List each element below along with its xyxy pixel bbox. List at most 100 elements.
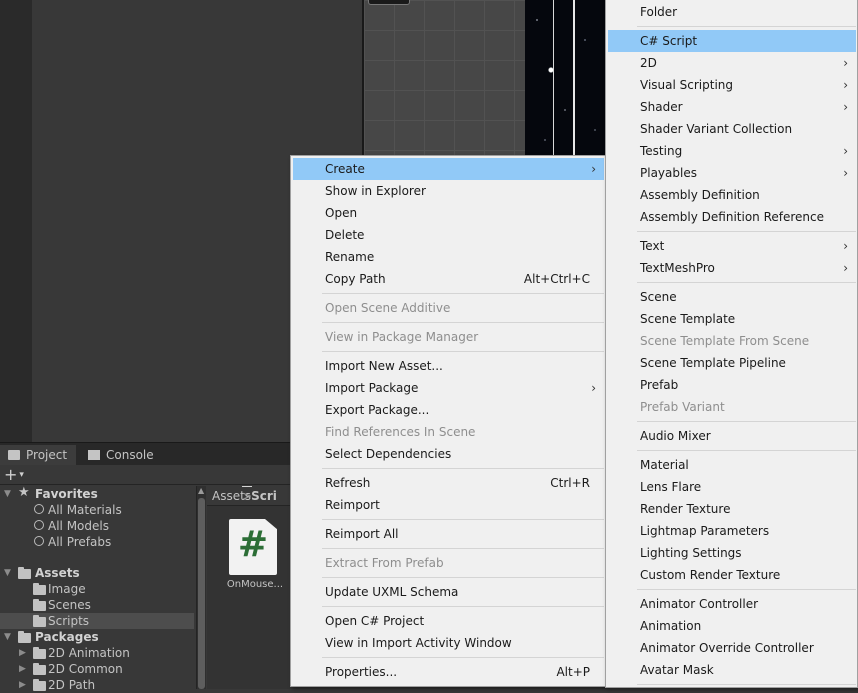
menu-item-shader-variant-collection[interactable]: Shader Variant Collection bbox=[608, 118, 856, 140]
tree-item-2d-common[interactable]: ▶ 2D Common bbox=[0, 661, 194, 677]
menu-item-2d[interactable]: 2D › bbox=[608, 52, 856, 74]
asset-name: OnMouse... bbox=[226, 579, 284, 590]
menu-item-import-new-asset[interactable]: Import New Asset... bbox=[293, 355, 604, 377]
tab-project[interactable]: Project bbox=[0, 445, 76, 465]
menu-item-label: Material bbox=[640, 458, 689, 472]
menu-separator bbox=[322, 351, 604, 352]
tree-item-2d-animation[interactable]: ▶ 2D Animation bbox=[0, 645, 194, 661]
menu-item-folder[interactable]: Folder bbox=[608, 1, 856, 23]
tree-item-all-models[interactable]: All Models bbox=[0, 518, 194, 534]
menu-item-show-in-explorer[interactable]: Show in Explorer bbox=[293, 180, 604, 202]
tree-item-label: Assets bbox=[35, 566, 80, 580]
menu-item-assembly-definition-reference[interactable]: Assembly Definition Reference bbox=[608, 206, 856, 228]
tree-item-favorites[interactable]: ▼ ★ Favorites bbox=[0, 485, 194, 502]
scroll-up-icon[interactable]: ▲ bbox=[198, 486, 204, 495]
menu-item-lightmap-parameters[interactable]: Lightmap Parameters bbox=[608, 520, 856, 542]
submenu-arrow-icon: › bbox=[591, 381, 596, 395]
folder-open-icon bbox=[18, 567, 31, 579]
menu-item-label: Select Dependencies bbox=[325, 447, 452, 461]
breadcrumb-current[interactable]: Scri bbox=[251, 489, 277, 503]
menu-item-custom-render-texture[interactable]: Custom Render Texture bbox=[608, 564, 856, 586]
menu-shortcut: Alt+Ctrl+C bbox=[523, 272, 590, 286]
expand-arrow-icon[interactable]: ▼ bbox=[4, 629, 14, 645]
menu-item-refresh[interactable]: Refresh Ctrl+R bbox=[293, 472, 604, 494]
menu-item-update-uxml-schema[interactable]: Update UXML Schema bbox=[293, 581, 604, 603]
menu-item-properties[interactable]: Properties... Alt+P bbox=[293, 661, 604, 683]
menu-item-label: View in Package Manager bbox=[325, 330, 479, 344]
expand-arrow-icon[interactable]: ▼ bbox=[4, 565, 14, 581]
menu-item-select-dependencies[interactable]: Select Dependencies bbox=[293, 443, 604, 465]
menu-separator bbox=[322, 468, 604, 469]
menu-separator bbox=[637, 231, 856, 232]
menu-item-open[interactable]: Open bbox=[293, 202, 604, 224]
expand-arrow-icon[interactable]: ▶ bbox=[19, 661, 29, 677]
menu-item-label: Scene Template Pipeline bbox=[640, 356, 786, 370]
menu-item-material[interactable]: Material bbox=[608, 454, 856, 476]
menu-item-create[interactable]: Create › bbox=[293, 158, 604, 180]
menu-item-label: Open Scene Additive bbox=[325, 301, 451, 315]
tree-scrollbar[interactable]: ▲ bbox=[196, 486, 206, 689]
menu-item-reimport[interactable]: Reimport bbox=[293, 494, 604, 516]
folder-icon bbox=[8, 450, 20, 460]
scrollbar-thumb[interactable] bbox=[198, 498, 205, 689]
folder-icon bbox=[33, 599, 46, 611]
menu-item-lens-flare[interactable]: Lens Flare bbox=[608, 476, 856, 498]
tree-item-scenes[interactable]: Scenes bbox=[0, 597, 194, 613]
menu-item-label: Folder bbox=[640, 5, 678, 19]
folder-icon bbox=[33, 615, 46, 627]
tree-item-packages[interactable]: ▼ Packages bbox=[0, 629, 194, 645]
submenu-arrow-icon: › bbox=[843, 78, 848, 92]
menu-item-export-package[interactable]: Export Package... bbox=[293, 399, 604, 421]
menu-item-label: Custom Render Texture bbox=[640, 568, 781, 582]
menu-item-label: Rename bbox=[325, 250, 375, 264]
menu-item-label: View in Import Activity Window bbox=[325, 636, 512, 650]
menu-item-scene-template-pipeline[interactable]: Scene Template Pipeline bbox=[608, 352, 856, 374]
menu-item-lighting-settings[interactable]: Lighting Settings bbox=[608, 542, 856, 564]
menu-item-view-import-activity[interactable]: View in Import Activity Window bbox=[293, 632, 604, 654]
tree-item-assets[interactable]: ▼ Assets bbox=[0, 565, 194, 581]
add-asset-button[interactable]: + ▾ bbox=[4, 465, 34, 485]
menu-item-render-texture[interactable]: Render Texture bbox=[608, 498, 856, 520]
menu-item-rename[interactable]: Rename bbox=[293, 246, 604, 268]
menu-item-playables[interactable]: Playables › bbox=[608, 162, 856, 184]
menu-item-text[interactable]: Text › bbox=[608, 235, 856, 257]
folder-icon bbox=[33, 663, 46, 675]
tree-item-scripts[interactable]: Scripts bbox=[0, 613, 194, 629]
expand-arrow-icon[interactable]: ▼ bbox=[4, 486, 14, 502]
search-icon bbox=[34, 536, 44, 546]
expand-arrow-icon[interactable]: ▶ bbox=[19, 645, 29, 661]
expand-arrow-icon[interactable]: ▶ bbox=[19, 677, 29, 693]
menu-item-csharp-script[interactable]: C# Script bbox=[608, 30, 856, 52]
menu-item-testing[interactable]: Testing › bbox=[608, 140, 856, 162]
menu-item-label: Find References In Scene bbox=[325, 425, 476, 439]
menu-item-shader[interactable]: Shader › bbox=[608, 96, 856, 118]
menu-item-audio-mixer[interactable]: Audio Mixer bbox=[608, 425, 856, 447]
menu-item-open-csharp-project[interactable]: Open C# Project bbox=[293, 610, 604, 632]
menu-item-label: Animation bbox=[640, 619, 702, 633]
tree-item-2d-path[interactable]: ▶ 2D Path bbox=[0, 677, 194, 693]
menu-item-reimport-all[interactable]: Reimport All bbox=[293, 523, 604, 545]
menu-item-avatar-mask[interactable]: Avatar Mask bbox=[608, 659, 856, 681]
tree-item-label: 2D Common bbox=[48, 662, 123, 676]
menu-item-animator-controller[interactable]: Animator Controller bbox=[608, 593, 856, 615]
menu-item-animation[interactable]: Animation bbox=[608, 615, 856, 637]
menu-item-textmeshpro[interactable]: TextMeshPro › bbox=[608, 257, 856, 279]
tab-console[interactable]: Console bbox=[80, 445, 162, 465]
menu-item-scene[interactable]: Scene bbox=[608, 286, 856, 308]
menu-item-label: Export Package... bbox=[325, 403, 430, 417]
menu-item-visual-scripting[interactable]: Visual Scripting › bbox=[608, 74, 856, 96]
menu-item-prefab[interactable]: Prefab bbox=[608, 374, 856, 396]
menu-item-scene-template[interactable]: Scene Template bbox=[608, 308, 856, 330]
menu-item-assembly-definition[interactable]: Assembly Definition bbox=[608, 184, 856, 206]
asset-item-script[interactable]: # OnMouse... bbox=[227, 519, 283, 590]
menu-item-delete[interactable]: Delete bbox=[293, 224, 604, 246]
menu-item-animator-override-controller[interactable]: Animator Override Controller bbox=[608, 637, 856, 659]
menu-item-copy-path[interactable]: Copy Path Alt+Ctrl+C bbox=[293, 268, 604, 290]
tree-item-all-prefabs[interactable]: All Prefabs bbox=[0, 534, 194, 550]
tree-item-image[interactable]: Image bbox=[0, 581, 194, 597]
menu-item-label: Scene bbox=[640, 290, 677, 304]
menu-item-import-package[interactable]: Import Package › bbox=[293, 377, 604, 399]
star-icon: ★ bbox=[18, 485, 30, 500]
scene-gizmo[interactable] bbox=[368, 0, 410, 5]
tree-item-all-materials[interactable]: All Materials bbox=[0, 502, 194, 518]
